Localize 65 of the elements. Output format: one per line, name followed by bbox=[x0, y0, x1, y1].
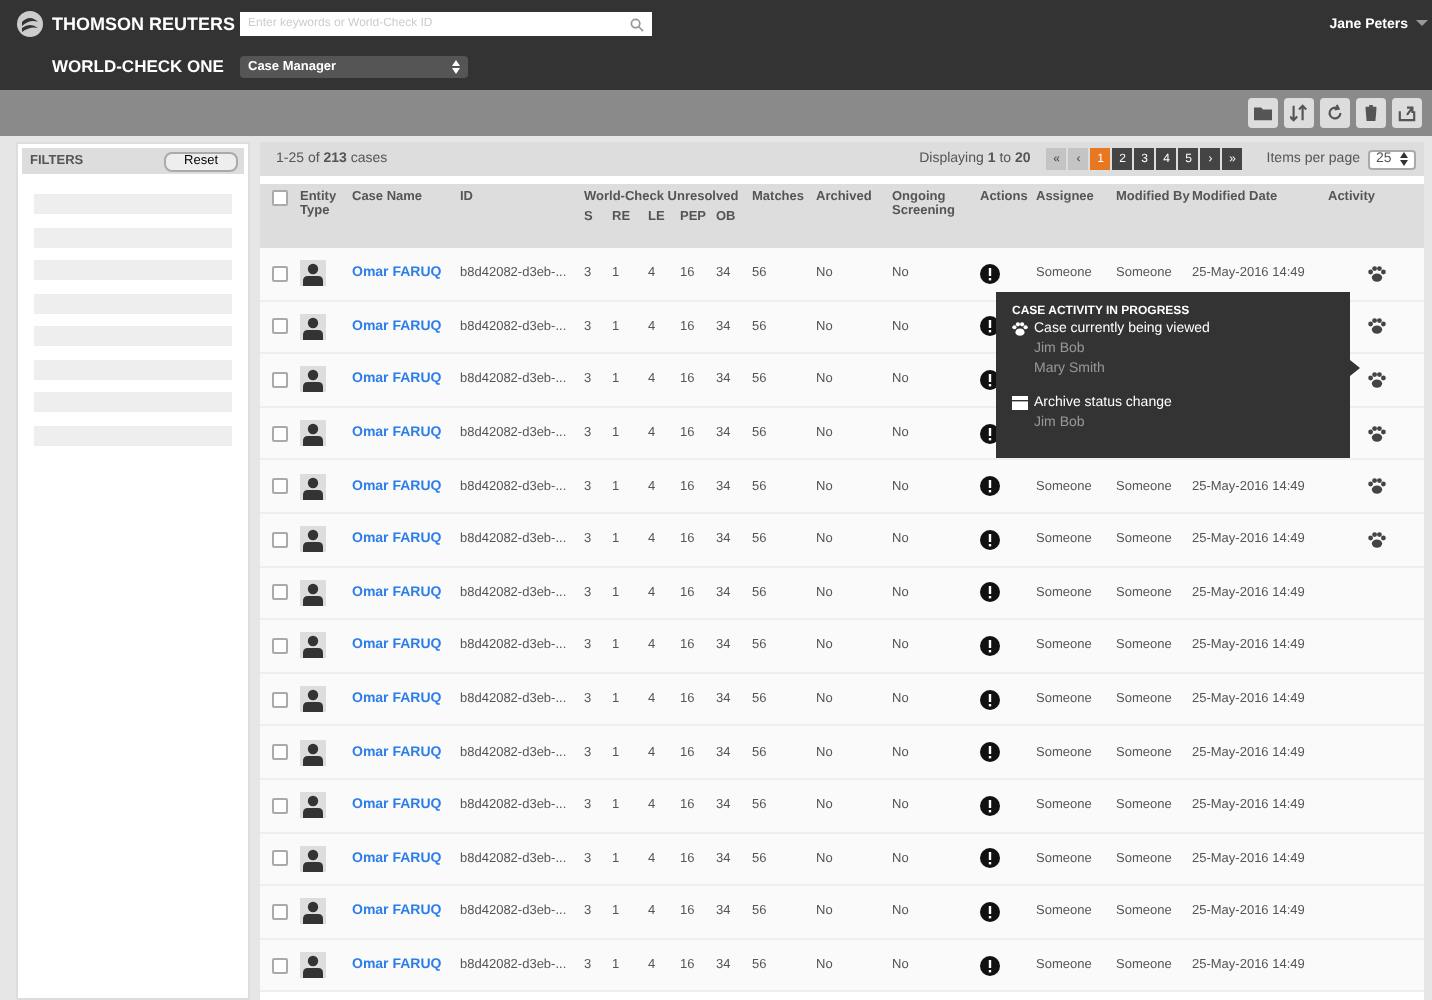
alert-icon[interactable] bbox=[980, 848, 1000, 869]
person-icon bbox=[300, 632, 326, 659]
row-checkbox[interactable] bbox=[272, 318, 288, 335]
row-checkbox[interactable] bbox=[272, 744, 288, 761]
person-icon bbox=[300, 845, 326, 872]
paw-icon[interactable] bbox=[1367, 318, 1385, 335]
sort-button[interactable] bbox=[1284, 98, 1314, 128]
row-checkbox[interactable] bbox=[272, 371, 288, 388]
alert-icon[interactable] bbox=[980, 263, 1000, 284]
row-checkbox[interactable] bbox=[272, 637, 288, 654]
folder-icon bbox=[1254, 104, 1272, 122]
person-icon bbox=[300, 792, 326, 819]
person-icon bbox=[300, 473, 326, 500]
brand-name: THOMSON REUTERS bbox=[52, 14, 236, 34]
row-checkbox[interactable] bbox=[272, 265, 288, 282]
search-icon bbox=[630, 17, 644, 31]
caret-icon bbox=[1416, 20, 1428, 28]
alert-icon[interactable] bbox=[980, 582, 1000, 603]
row-checkbox[interactable] bbox=[272, 903, 288, 920]
refresh-icon bbox=[1326, 104, 1344, 122]
paw-icon[interactable] bbox=[1367, 531, 1385, 548]
paw-icon bbox=[1012, 322, 1028, 336]
person-icon bbox=[300, 420, 326, 447]
row-checkbox[interactable] bbox=[272, 531, 288, 548]
person-icon bbox=[300, 952, 326, 979]
trash-icon bbox=[1362, 104, 1380, 122]
person-icon bbox=[300, 260, 326, 287]
row-checkbox[interactable] bbox=[272, 425, 288, 442]
alert-icon[interactable] bbox=[980, 689, 1000, 710]
row-checkbox[interactable] bbox=[272, 797, 288, 814]
alert-icon[interactable] bbox=[980, 795, 1000, 816]
person-icon bbox=[300, 739, 326, 766]
refresh-button[interactable] bbox=[1320, 98, 1350, 128]
paw-icon[interactable] bbox=[1367, 478, 1385, 495]
person-icon bbox=[300, 898, 326, 925]
person-icon bbox=[300, 313, 326, 340]
alert-icon[interactable] bbox=[980, 955, 1000, 976]
row-checkbox[interactable] bbox=[272, 691, 288, 708]
paw-icon[interactable] bbox=[1367, 371, 1385, 388]
row-checkbox[interactable] bbox=[272, 957, 288, 974]
paw-icon[interactable] bbox=[1367, 265, 1385, 282]
person-icon bbox=[300, 526, 326, 553]
person-icon bbox=[300, 686, 326, 713]
logo-icon bbox=[16, 10, 44, 38]
alert-icon[interactable] bbox=[980, 476, 1000, 497]
sort-icon bbox=[1290, 104, 1308, 122]
alert-icon[interactable] bbox=[980, 635, 1000, 656]
select-arrows-icon bbox=[452, 59, 460, 73]
paw-icon[interactable] bbox=[1367, 425, 1385, 442]
alert-icon[interactable] bbox=[980, 901, 1000, 922]
alert-icon[interactable] bbox=[980, 529, 1000, 550]
export-button[interactable] bbox=[1392, 98, 1422, 128]
select-all-checkbox[interactable] bbox=[272, 190, 288, 206]
folder-button[interactable] bbox=[1248, 98, 1278, 128]
person-icon bbox=[300, 366, 326, 393]
person-icon bbox=[300, 579, 326, 606]
delete-button[interactable] bbox=[1356, 98, 1386, 128]
row-checkbox[interactable] bbox=[272, 584, 288, 601]
select-arrows-icon bbox=[1400, 152, 1408, 166]
export-icon bbox=[1398, 104, 1416, 122]
row-checkbox[interactable] bbox=[272, 478, 288, 495]
alert-icon[interactable] bbox=[980, 742, 1000, 763]
row-checkbox[interactable] bbox=[272, 850, 288, 867]
archive-icon bbox=[1012, 396, 1028, 410]
product-name: WORLD-CHECK ONE bbox=[50, 56, 226, 76]
